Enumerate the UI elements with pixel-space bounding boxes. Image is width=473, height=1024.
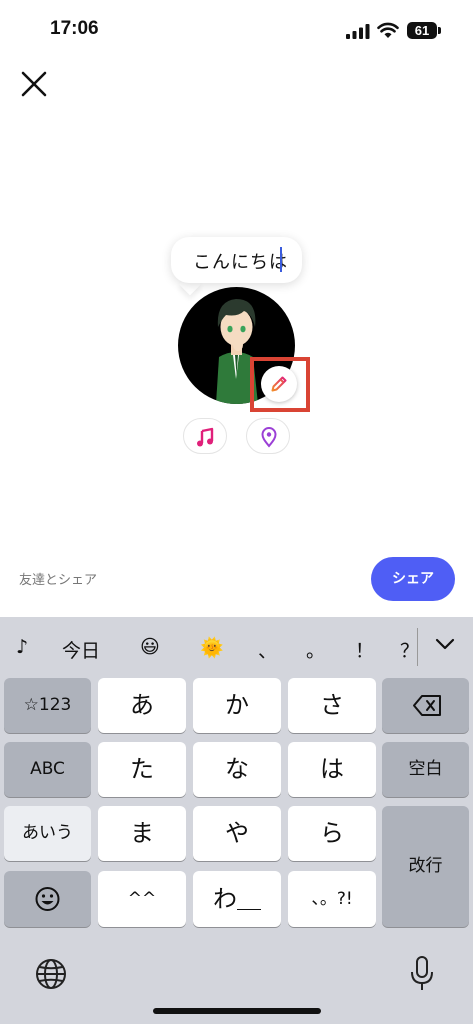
signal-icon [346,24,370,39]
edit-avatar-button[interactable] [261,366,297,402]
key-dakuten[interactable]: ^^ [98,871,186,927]
globe-icon[interactable] [34,957,68,991]
key-sa[interactable]: さ [288,678,376,733]
location-pin-icon [261,427,277,448]
home-indicator [153,1008,321,1014]
candidate-period[interactable]: 。 [306,636,325,663]
key-a[interactable]: あ [98,678,186,733]
key-number-mode[interactable]: ☆123 [4,678,91,733]
status-time: 17:06 [50,18,99,39]
backspace-icon [413,695,441,716]
backspace-key[interactable] [382,678,469,733]
key-ha[interactable]: は [288,742,376,797]
candidate-today[interactable]: 今日 [62,636,100,663]
share-with-friends-label: 友達とシェア [19,573,98,588]
key-ya[interactable]: や [193,806,281,861]
status-message-text[interactable]: こんにちは [193,248,288,274]
music-note-icon [197,427,214,447]
key-kana-mode[interactable]: あいう [4,806,91,861]
wifi-icon [377,22,399,38]
candidate-exclaim[interactable]: ！ [355,636,374,663]
share-button[interactable]: シェア [371,557,455,601]
return-key[interactable]: 改行 [382,806,469,927]
location-button[interactable] [246,418,290,454]
key-ma[interactable]: ま [98,806,186,861]
key-wa[interactable]: わ＿ [193,871,281,927]
candidate-comma[interactable]: 、 [258,636,277,663]
space-key[interactable]: 空白 [382,742,469,797]
candidate-emoji-sun[interactable]: 🌞 [200,636,224,659]
key-ka[interactable]: か [193,678,281,733]
text-caret [280,247,282,272]
emoji-key[interactable] [4,871,91,927]
key-ra[interactable]: ら [288,806,376,861]
microphone-icon[interactable] [407,955,437,993]
pencil-icon [271,376,287,392]
status-bar: 17:06 61 [0,0,473,60]
battery-cap [438,27,441,34]
close-icon[interactable] [18,68,50,100]
key-na[interactable]: な [193,742,281,797]
key-ta[interactable]: た [98,742,186,797]
candidate-divider [417,628,418,666]
candidate-emoji-smile[interactable]: 😃 [140,636,160,658]
music-button[interactable] [183,418,227,454]
key-abc-mode[interactable]: ABC [4,742,91,797]
battery-icon: 61 [407,22,437,39]
candidate-note[interactable]: ♪ [16,636,28,658]
emoji-face-icon [35,887,60,911]
chevron-down-icon[interactable] [434,636,456,652]
key-punctuation[interactable]: 、。?! [288,871,376,927]
